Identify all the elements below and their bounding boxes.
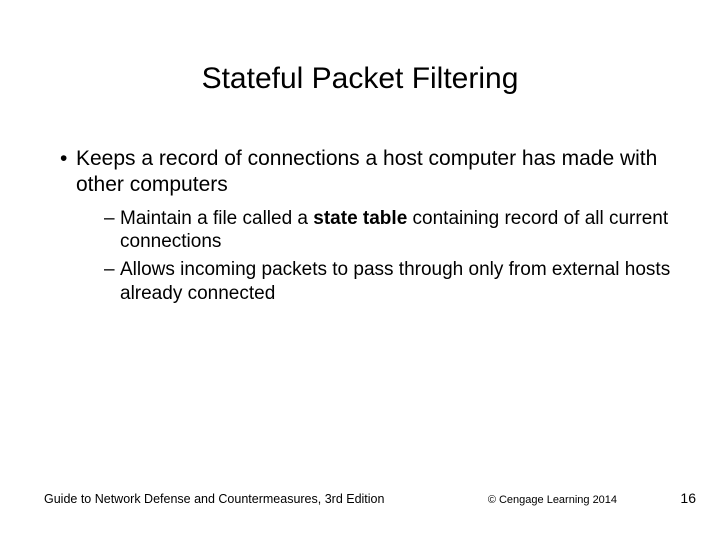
- bullet-level-2: Maintain a file called a state table con…: [54, 207, 680, 255]
- bullet-level-2: Allows incoming packets to pass through …: [54, 258, 680, 306]
- footer-page-number: 16: [680, 490, 696, 506]
- slide-title: Stateful Packet Filtering: [0, 0, 720, 146]
- bullet-level-1: Keeps a record of connections a host com…: [54, 146, 680, 199]
- footer-copyright: © Cengage Learning 2014: [488, 494, 617, 506]
- bullet-text: Keeps a record of connections a host com…: [76, 147, 657, 196]
- bullet-text: Allows incoming packets to pass through …: [120, 259, 670, 304]
- bullet-text: Maintain a file called a: [120, 208, 313, 229]
- footer-book-title: Guide to Network Defense and Countermeas…: [44, 492, 384, 506]
- slide-content: Keeps a record of connections a host com…: [0, 146, 720, 306]
- slide-footer: Guide to Network Defense and Countermeas…: [0, 490, 720, 506]
- bold-term: state table: [313, 208, 407, 229]
